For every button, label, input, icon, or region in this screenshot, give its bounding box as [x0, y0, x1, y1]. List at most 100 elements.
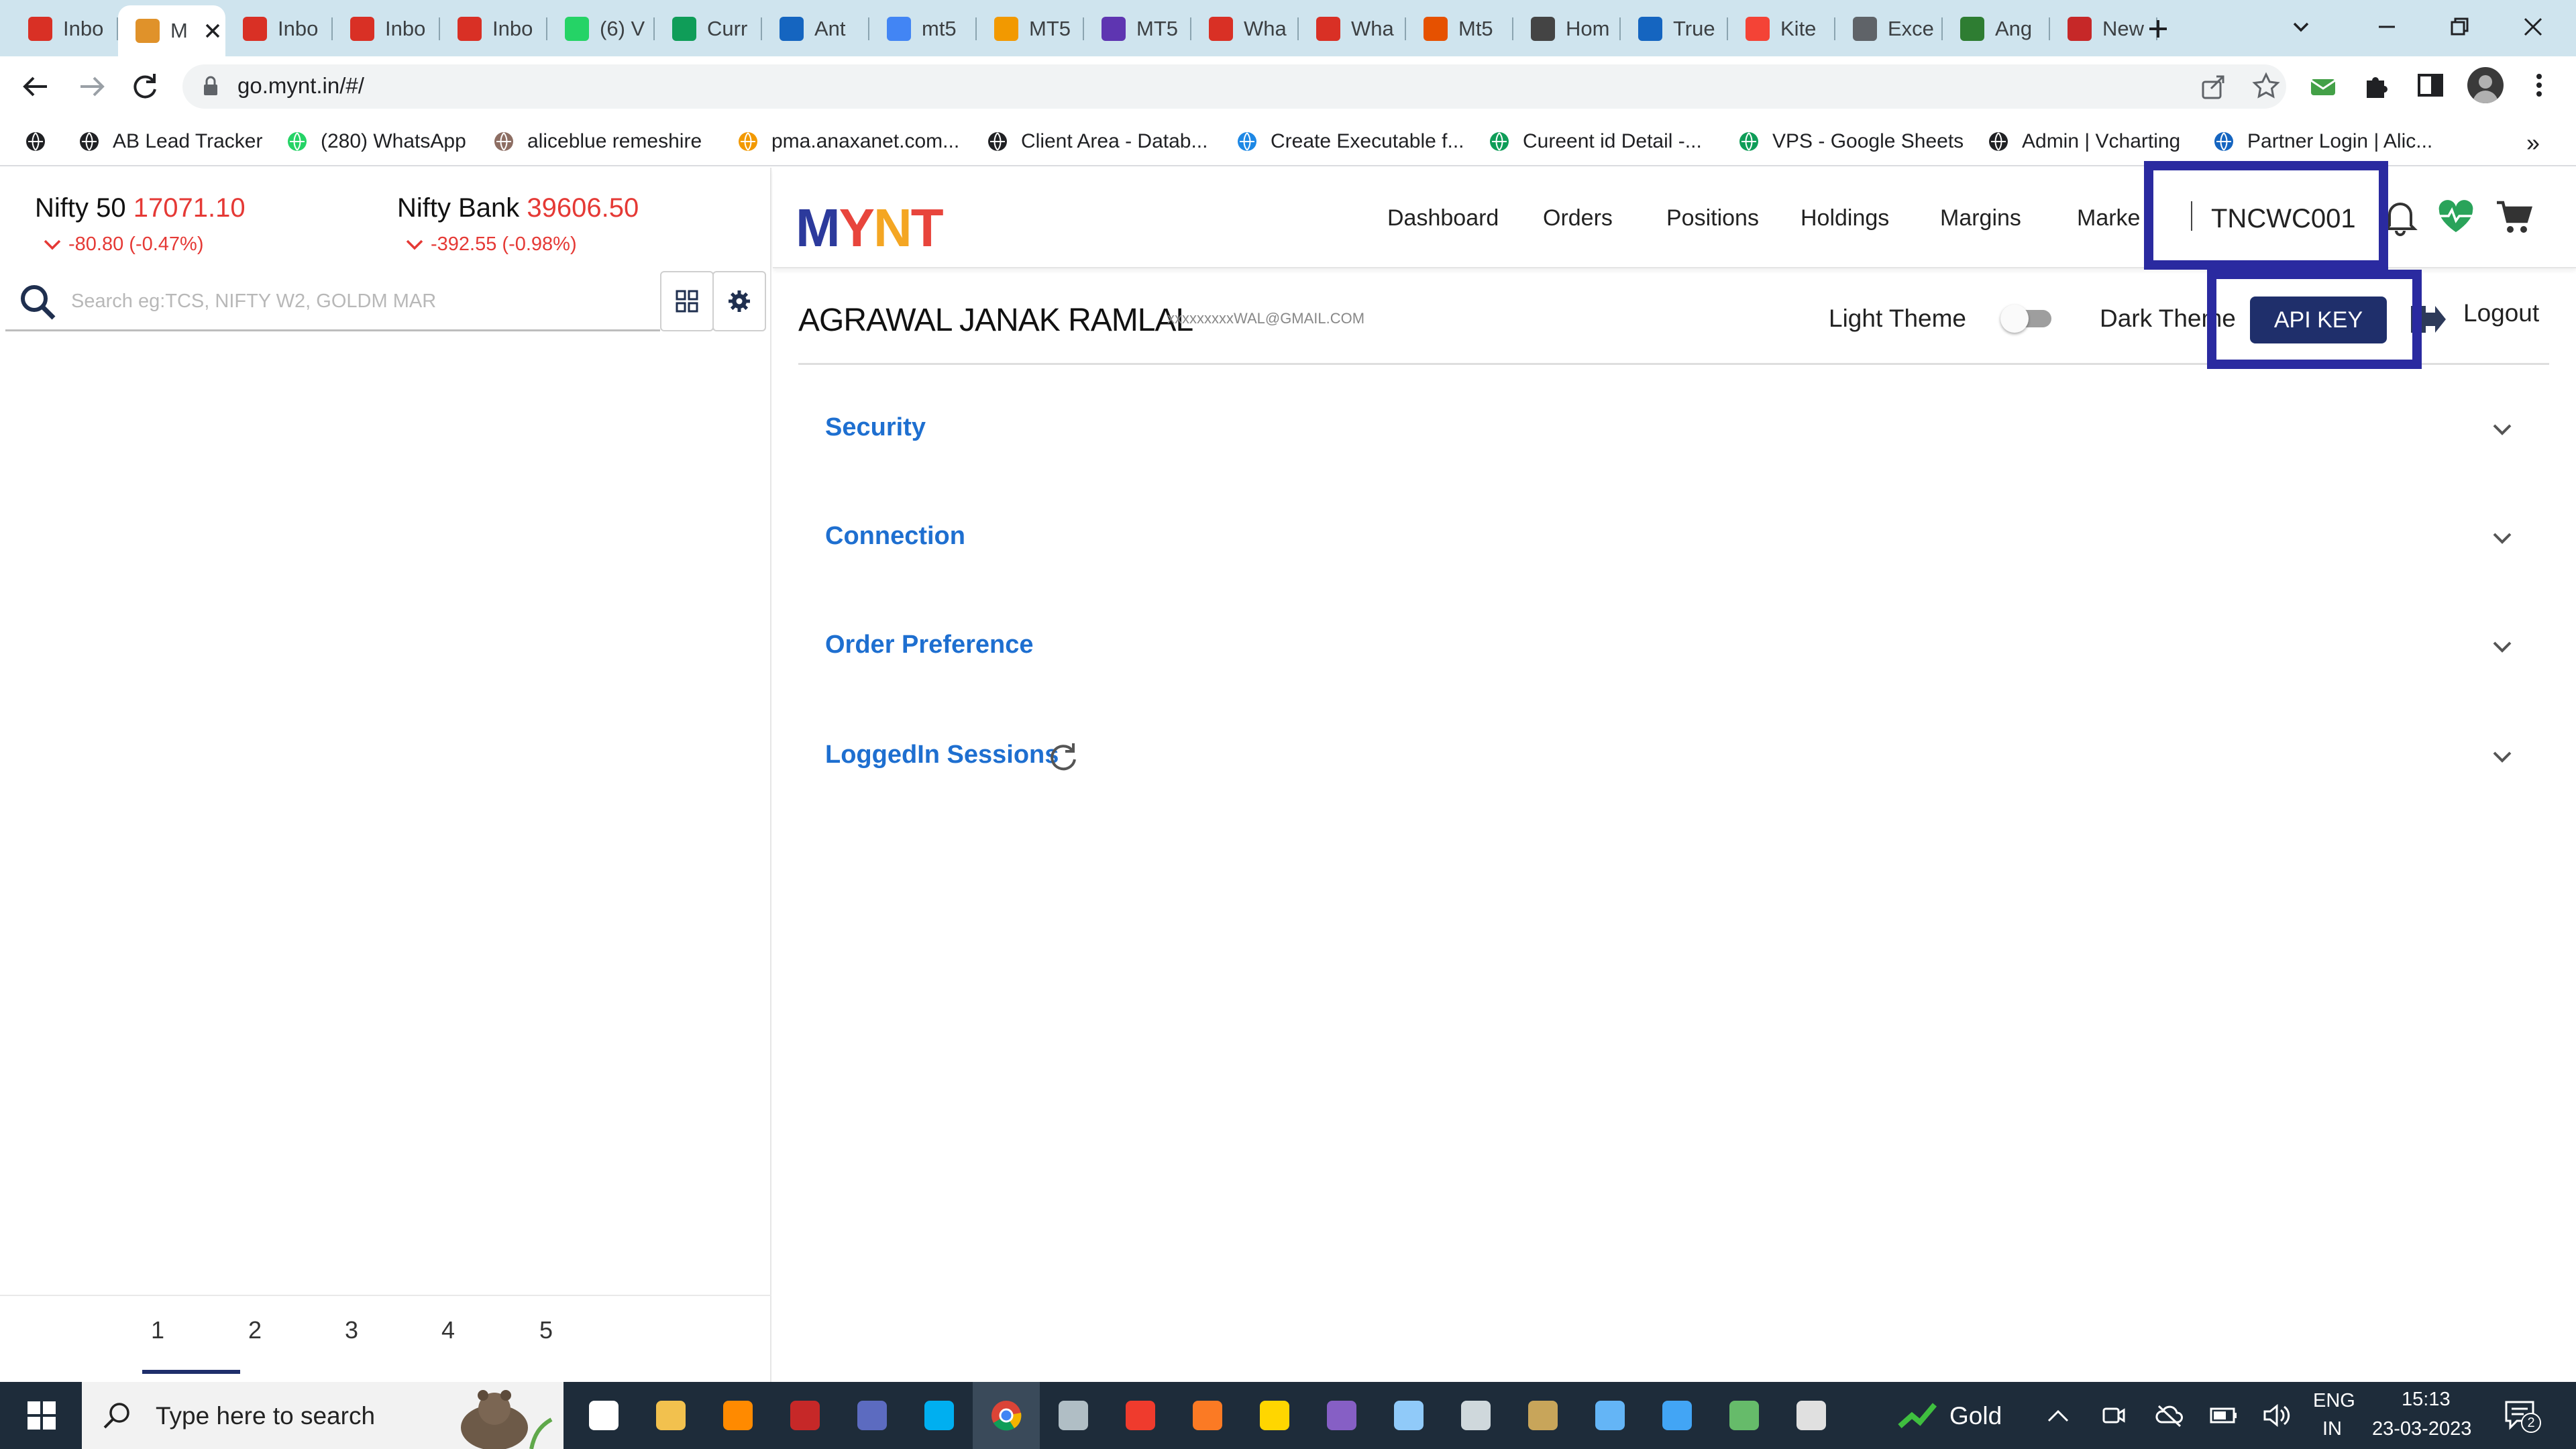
bookmark-item[interactable]: pma.anaxanet.com... — [737, 117, 959, 166]
nav-item-marke[interactable]: Marke — [2077, 205, 2140, 231]
search-app-icon[interactable] — [704, 1382, 771, 1449]
theme-toggle[interactable] — [2000, 305, 2055, 333]
bookmark-item[interactable] — [24, 117, 59, 166]
page-1[interactable]: 1 — [124, 1316, 191, 1344]
browser-tab[interactable]: True — [1621, 7, 1728, 51]
nav-item-margins[interactable]: Margins — [1940, 205, 2021, 231]
start-button[interactable] — [8, 1382, 75, 1449]
browser-tab[interactable]: MT5 — [1084, 7, 1191, 51]
star-icon[interactable] — [2251, 71, 2281, 101]
section-security[interactable]: Security — [798, 380, 2549, 487]
user-app-icon[interactable] — [1576, 1382, 1644, 1449]
browser-tab[interactable]: Kite — [1728, 7, 1835, 51]
bookmark-item[interactable]: aliceblue remeshire — [492, 117, 702, 166]
page-2[interactable]: 2 — [221, 1316, 288, 1344]
extension-mail-icon[interactable] — [2308, 70, 2339, 101]
onedrive-icon[interactable] — [2155, 1402, 2184, 1429]
side-panel-icon[interactable] — [2415, 70, 2446, 101]
minimize-button[interactable] — [2373, 13, 2414, 44]
browser-tab[interactable]: MT5 — [977, 7, 1084, 51]
close-window-button[interactable] — [2520, 13, 2560, 44]
nav-item-orders[interactable]: Orders — [1543, 205, 1613, 231]
metatrader-icon[interactable] — [1711, 1382, 1778, 1449]
page-4[interactable]: 4 — [415, 1316, 482, 1344]
browser-tab[interactable]: (6) V — [547, 7, 655, 51]
bookmark-item[interactable]: Cureent id Detail -... — [1488, 117, 1702, 166]
browser-tab[interactable]: Exce — [1835, 7, 1943, 51]
settings-icon[interactable] — [1442, 1382, 1509, 1449]
browser-tab[interactable]: Wha — [1191, 7, 1299, 51]
more-bookmarks-icon[interactable]: » — [2526, 129, 2540, 157]
bookmark-item[interactable]: Client Area - Datab... — [986, 117, 1208, 166]
chevron-up-icon[interactable] — [2045, 1403, 2072, 1428]
browser-tab[interactable]: Inbo — [225, 7, 333, 51]
meet-now-icon[interactable] — [2100, 1402, 2127, 1429]
section-loggedin-sessions[interactable]: LoggedIn Sessions — [798, 707, 2549, 814]
snipping-icon[interactable] — [1040, 1382, 1107, 1449]
battery-icon[interactable] — [2208, 1402, 2239, 1429]
browser-tab[interactable]: Inbo — [440, 7, 547, 51]
nav-item-dashboard[interactable]: Dashboard — [1387, 205, 1499, 231]
browser-tab[interactable]: Hom — [1513, 7, 1621, 51]
network-app-icon[interactable] — [839, 1382, 906, 1449]
new-tab-button[interactable] — [2141, 12, 2175, 46]
clock-time[interactable]: 15:13 — [2402, 1389, 2451, 1411]
user-app-2-icon[interactable] — [1644, 1382, 1711, 1449]
archive-icon[interactable] — [1509, 1382, 1576, 1449]
sticky-notes-icon[interactable] — [1241, 1382, 1308, 1449]
forward-button[interactable] — [72, 71, 110, 102]
language-indicator[interactable]: ENG — [2313, 1390, 2355, 1412]
watchlist-settings-button[interactable] — [712, 271, 766, 331]
notification-center-button[interactable]: 2 — [2502, 1397, 2542, 1434]
browser-tab[interactable]: Wha — [1299, 7, 1406, 51]
browser-tab[interactable]: Inbo — [333, 7, 440, 51]
address-bar[interactable]: go.mynt.in/#/ — [182, 64, 2286, 109]
browser-tab[interactable]: M — [118, 5, 225, 56]
heartbeat-icon[interactable] — [2435, 197, 2477, 237]
profile-avatar[interactable] — [2467, 67, 2504, 103]
browser-tab[interactable]: Ant — [762, 7, 869, 51]
visual-studio-icon[interactable] — [1308, 1382, 1375, 1449]
task-view-icon[interactable] — [570, 1382, 637, 1449]
nav-item-holdings[interactable]: Holdings — [1801, 205, 1889, 231]
browser-tab[interactable]: mt5 — [869, 7, 977, 51]
section-connection[interactable]: Connection — [798, 488, 2549, 596]
browser-tab[interactable]: Curr — [655, 7, 762, 51]
cart-icon[interactable] — [2494, 197, 2536, 237]
skype-icon[interactable] — [906, 1382, 973, 1449]
chrome-icon[interactable] — [973, 1382, 1040, 1449]
close-tab-icon[interactable] — [204, 22, 221, 40]
xampp-icon[interactable] — [1174, 1382, 1241, 1449]
refresh-icon[interactable] — [1046, 741, 1080, 774]
bookmark-item[interactable]: Create Executable f... — [1236, 117, 1464, 166]
share-icon[interactable] — [2199, 72, 2229, 101]
tab-search-button[interactable] — [2288, 13, 2321, 44]
page-3[interactable]: 3 — [318, 1316, 385, 1344]
notepad-icon[interactable] — [1375, 1382, 1442, 1449]
page-5[interactable]: 5 — [513, 1316, 580, 1344]
bookmark-item[interactable]: (280) WhatsApp — [286, 117, 466, 166]
browser-tab[interactable]: Ang — [1943, 7, 2050, 51]
browser-tab[interactable]: Mt5 — [1406, 7, 1513, 51]
grid-view-button[interactable] — [660, 271, 714, 331]
paint-icon[interactable] — [1778, 1382, 1845, 1449]
back-button[interactable] — [17, 71, 55, 102]
section-order-preference[interactable]: Order Preference — [798, 597, 2549, 704]
taskbar-search[interactable]: Type here to search — [82, 1382, 564, 1449]
file-explorer-icon[interactable] — [637, 1382, 704, 1449]
browser-tab[interactable]: Inbo — [11, 7, 118, 51]
mynt-logo[interactable]: MYNT — [796, 197, 944, 259]
bookmark-item[interactable]: VPS - Google Sheets — [1737, 117, 1964, 166]
bookmark-item[interactable]: Admin | Vcharting — [1987, 117, 2180, 166]
extensions-puzzle-icon[interactable] — [2361, 70, 2392, 101]
browser-menu-button[interactable] — [2529, 70, 2549, 101]
restore-button[interactable] — [2446, 13, 2486, 44]
nav-item-positions[interactable]: Positions — [1666, 205, 1759, 231]
index-niftybank[interactable]: Nifty Bank 39606.50 — [397, 193, 639, 223]
bookmark-item[interactable]: Partner Login | Alic... — [2212, 117, 2432, 166]
bookmark-item[interactable]: AB Lead Tracker — [78, 117, 262, 166]
anydesk-icon[interactable] — [1107, 1382, 1174, 1449]
filezilla-icon[interactable] — [771, 1382, 839, 1449]
index-nifty50[interactable]: Nifty 50 17071.10 — [35, 193, 246, 223]
volume-icon[interactable] — [2261, 1402, 2292, 1429]
